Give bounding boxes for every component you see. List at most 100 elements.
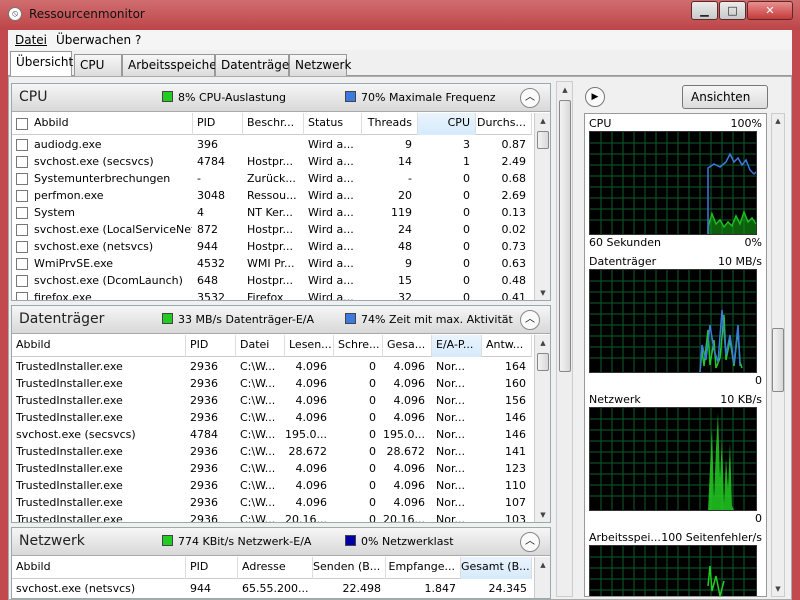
- table-row[interactable]: audiodg.exe 396 Wird a... 9 3 0.87: [12, 136, 532, 153]
- col-datei[interactable]: Datei: [236, 335, 285, 357]
- minimize-button[interactable]: ▁: [691, 1, 718, 20]
- scroll-thumb[interactable]: [537, 353, 549, 371]
- row-checkbox[interactable]: [16, 292, 28, 300]
- row-checkbox[interactable]: [16, 207, 28, 219]
- table-row[interactable]: svchost.exe (secsvcs) 4784 C:\W... 195.0...…: [12, 426, 532, 443]
- col-gesamt[interactable]: Gesamt (B...: [461, 557, 532, 579]
- col-beschreibung[interactable]: Beschr...: [243, 113, 304, 135]
- col-lesen[interactable]: Lesen...: [285, 335, 334, 357]
- scroll-up-icon[interactable]: ▲: [772, 115, 784, 127]
- network-scrollbar[interactable]: ▲: [534, 557, 550, 598]
- chevron-up-icon[interactable]: ︿: [520, 310, 540, 330]
- maximize-button[interactable]: □: [719, 1, 746, 20]
- table-row[interactable]: Systemunterbrechungen - Zurück... Wird a...…: [12, 170, 532, 187]
- row-checkbox[interactable]: [16, 275, 28, 287]
- tab-overview[interactable]: Übersicht: [10, 51, 73, 77]
- col-gesamt[interactable]: Gesa...: [383, 335, 432, 357]
- row-checkbox[interactable]: [16, 241, 28, 253]
- cell-cpu: 0: [463, 172, 470, 185]
- col-abbild[interactable]: Abbild: [12, 335, 186, 357]
- table-row[interactable]: TrustedInstaller.exe 2936 C:\W... 4.096 0 4.0…: [12, 494, 532, 511]
- col-abbild[interactable]: Abbild: [30, 113, 193, 135]
- cell-status: Wird a...: [308, 206, 354, 219]
- table-row[interactable]: firefox.exe 3532 Firefox Wird a... 32 0 0.41: [12, 289, 532, 300]
- graph-pane: ▶ Ansichten ▼ CPU 100% 60 Sekunden: [577, 81, 786, 597]
- table-row[interactable]: perfmon.exe 3048 Ressou... Wird a... 20 0 2.69: [12, 187, 532, 204]
- table-row[interactable]: svchost.exe (netsvcs) 944 Hostpr... Wird a.…: [12, 238, 532, 255]
- row-checkbox[interactable]: [16, 173, 28, 185]
- scroll-down-icon[interactable]: ▼: [537, 509, 549, 521]
- cell-ea-prioritaet: Nor...: [436, 496, 465, 509]
- col-senden[interactable]: Senden (B...: [313, 557, 386, 579]
- disk-panel-header[interactable]: Datenträger 33 MB/s Datenträger-E/A 74% …: [12, 306, 550, 334]
- col-ea-prioritaet[interactable]: E/A-P...: [432, 335, 482, 357]
- title-bar[interactable]: ⦸ Ressourcenmonitor ▁ □ ✕: [0, 0, 800, 30]
- col-schreiben[interactable]: Schre...: [334, 335, 383, 357]
- table-row[interactable]: TrustedInstaller.exe 2936 C:\W... 28.672 0 28…: [12, 443, 532, 460]
- row-checkbox[interactable]: [16, 258, 28, 270]
- menu-ueberwachen[interactable]: Überwachen: [56, 33, 131, 47]
- col-antwortzeit[interactable]: Antw...: [482, 335, 532, 357]
- scroll-up-icon[interactable]: ▲: [537, 337, 549, 349]
- table-row[interactable]: svchost.exe (netsvcs) 944 65.55.200... 22.4…: [12, 580, 532, 597]
- table-row[interactable]: WmiPrvSE.exe 4532 WMI Pr... Wird a... 9 0 0.63: [12, 255, 532, 272]
- table-row[interactable]: svchost.exe (LocalServiceNet... 872 Hostpr…: [12, 221, 532, 238]
- col-adresse[interactable]: Adresse: [238, 557, 313, 579]
- table-row[interactable]: TrustedInstaller.exe 2936 C:\W... 4.096 0 4.0…: [12, 375, 532, 392]
- cpu-scrollbar[interactable]: ▲ ▼: [534, 113, 550, 300]
- tab-cpu[interactable]: CPU: [74, 54, 122, 76]
- scroll-up-icon[interactable]: ▲: [559, 84, 571, 96]
- table-row[interactable]: TrustedInstaller.exe 2936 C:\W... 4.096 0 4.0…: [12, 409, 532, 426]
- tab-memory[interactable]: Arbeitsspeicher: [122, 54, 222, 76]
- table-row[interactable]: svchost.exe (DcomLaunch) 648 Hostpr... Wird…: [12, 272, 532, 289]
- select-all-checkbox[interactable]: [16, 118, 28, 130]
- table-row[interactable]: TrustedInstaller.exe 2936 C:\W... 4.096 0 4.0…: [12, 460, 532, 477]
- row-checkbox[interactable]: [16, 224, 28, 236]
- menu-help[interactable]: ?: [135, 33, 141, 47]
- graph-scrollbar[interactable]: ▲ ▼: [771, 113, 785, 597]
- col-pid[interactable]: PID: [193, 113, 243, 135]
- row-checkbox[interactable]: [16, 190, 28, 202]
- cell-datei: C:\W...: [240, 462, 276, 475]
- row-checkbox[interactable]: [16, 139, 28, 151]
- chevron-right-icon[interactable]: ▶: [585, 87, 605, 107]
- scroll-up-icon[interactable]: ▲: [537, 559, 549, 571]
- table-row[interactable]: TrustedInstaller.exe 2936 C:\W... 4.096 0 4.0…: [12, 392, 532, 409]
- menu-datei[interactable]: Datei: [15, 33, 47, 47]
- col-abbild[interactable]: Abbild: [12, 557, 186, 579]
- col-durchschnitt[interactable]: Durchs...: [476, 113, 532, 135]
- cell-schreiben: 0: [369, 479, 376, 492]
- close-button[interactable]: ✕: [747, 1, 793, 20]
- col-cpu[interactable]: CPU: [418, 113, 476, 135]
- row-checkbox[interactable]: [16, 156, 28, 168]
- tab-network[interactable]: Netzwerk: [289, 54, 351, 76]
- col-pid[interactable]: PID: [186, 557, 238, 579]
- table-row[interactable]: svchost.exe (secsvcs) 4784 Hostpr... Wird a…: [12, 153, 532, 170]
- scroll-thumb[interactable]: [772, 328, 784, 392]
- table-row[interactable]: TrustedInstaller.exe 2936 C:\W... 4.096 0 4.0…: [12, 477, 532, 494]
- chevron-up-icon[interactable]: ︿: [520, 532, 540, 552]
- blue-swatch-icon: [345, 313, 356, 324]
- views-button[interactable]: Ansichten ▼: [682, 85, 768, 109]
- main-scrollbar[interactable]: ▲: [556, 81, 573, 597]
- cpu-panel-header[interactable]: CPU 8% CPU-Auslastung 70% Maximale Frequ…: [12, 84, 550, 112]
- cell-threads: 24: [398, 223, 412, 236]
- table-row[interactable]: TrustedInstaller.exe 2936 C:\W... 4.096 0 4.0…: [12, 358, 532, 375]
- scroll-down-icon[interactable]: ▼: [772, 583, 784, 595]
- network-panel-header[interactable]: Netzwerk 774 KBit/s Netzwerk-E/A 0% Netz…: [12, 528, 550, 556]
- scroll-thumb[interactable]: [537, 131, 549, 149]
- col-threads[interactable]: Threads: [362, 113, 418, 135]
- tab-disk[interactable]: Datenträger: [215, 54, 294, 76]
- cell-schreiben: 0: [369, 377, 376, 390]
- chevron-up-icon[interactable]: ︿: [520, 88, 540, 108]
- disk-scrollbar[interactable]: ▲ ▼: [534, 335, 550, 522]
- cell-lesen: 20.16...: [285, 513, 327, 523]
- scroll-thumb[interactable]: [559, 100, 571, 372]
- col-status[interactable]: Status: [304, 113, 362, 135]
- scroll-up-icon[interactable]: ▲: [537, 115, 549, 127]
- col-pid[interactable]: PID: [186, 335, 236, 357]
- col-empfangen[interactable]: Empfange...: [386, 557, 461, 579]
- table-row[interactable]: System 4 NT Ker... Wird a... 119 0 0.13: [12, 204, 532, 221]
- scroll-down-icon[interactable]: ▼: [537, 287, 549, 299]
- table-row[interactable]: TrustedInstaller.exe 2936 C:\W... 20.16... 0…: [12, 511, 532, 523]
